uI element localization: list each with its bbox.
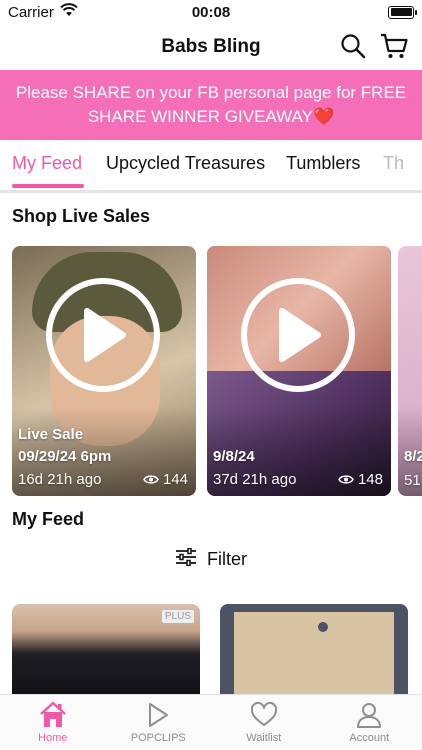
plus-badge: PLUS xyxy=(161,610,194,623)
card-meta: 16d 21h ago 144 xyxy=(18,471,188,488)
view-count: 148 xyxy=(338,471,383,488)
eye-icon xyxy=(143,475,159,484)
view-count: 144 xyxy=(143,471,188,488)
live-sales-title: Shop Live Sales xyxy=(12,206,151,226)
card-date: 8/2 xyxy=(404,448,422,465)
card-ago: 37d 21h ago xyxy=(213,471,297,488)
nav-bar: Babs Bling xyxy=(0,24,422,70)
feed-title: My Feed xyxy=(12,509,85,529)
tab-partial[interactable]: Th xyxy=(383,153,404,174)
play-icon[interactable] xyxy=(241,278,355,392)
person-icon xyxy=(357,703,382,728)
status-bar: Carrier 00:08 xyxy=(0,0,422,24)
card-label: Live Sale xyxy=(18,426,84,443)
tab-tumblers[interactable]: Tumblers xyxy=(286,153,360,174)
bottom-tab-bar: Home POPCLIPS Waitlist Account xyxy=(0,694,422,750)
category-tabs: My Feed Upcycled Treasures Tumblers Th xyxy=(0,146,422,190)
status-time: 00:08 xyxy=(191,4,231,21)
card-ago: 51 xyxy=(404,472,421,489)
play-icon[interactable] xyxy=(46,278,160,392)
filter-label: Filter xyxy=(207,549,247,569)
tab-upcycled-treasures[interactable]: Upcycled Treasures xyxy=(106,153,265,174)
tabbar-home[interactable]: Home xyxy=(0,695,106,750)
live-sale-card[interactable]: 8/2 51 xyxy=(398,246,422,496)
tabbar-waitlist[interactable]: Waitlist xyxy=(211,695,317,750)
cart-icon[interactable] xyxy=(380,32,408,65)
filter-icon xyxy=(175,547,197,571)
home-icon xyxy=(39,701,66,727)
card-ago: 16d 21h ago xyxy=(18,471,102,488)
nav-actions xyxy=(340,32,408,65)
play-icon xyxy=(149,703,169,727)
tabbar-popclips[interactable]: POPCLIPS xyxy=(106,695,212,750)
feed-item[interactable]: PLUS xyxy=(12,604,200,694)
live-sale-card[interactable]: 9/8/24 37d 21h ago 148 xyxy=(207,246,391,496)
card-date: 09/29/24 6pm xyxy=(18,448,112,465)
tab-my-feed[interactable]: My Feed xyxy=(12,153,82,174)
live-sale-card[interactable]: Live Sale 09/29/24 6pm 16d 21h ago 144 xyxy=(12,246,196,496)
heart-icon xyxy=(250,701,277,726)
tabs-divider xyxy=(0,190,422,193)
tabbar-account[interactable]: Account xyxy=(317,695,422,750)
promo-banner[interactable]: Please SHARE on your FB personal page fo… xyxy=(0,70,422,140)
battery-icon xyxy=(388,5,417,19)
product-image xyxy=(234,612,394,694)
card-date: 9/8/24 xyxy=(213,448,255,465)
page-title: Babs Bling xyxy=(161,36,261,57)
card-meta: 37d 21h ago 148 xyxy=(213,471,383,488)
feed-item[interactable] xyxy=(220,604,408,694)
filter-button[interactable]: Filter xyxy=(0,547,422,571)
eye-icon xyxy=(338,475,354,484)
search-icon[interactable] xyxy=(340,33,366,64)
active-tab-indicator xyxy=(12,184,84,188)
